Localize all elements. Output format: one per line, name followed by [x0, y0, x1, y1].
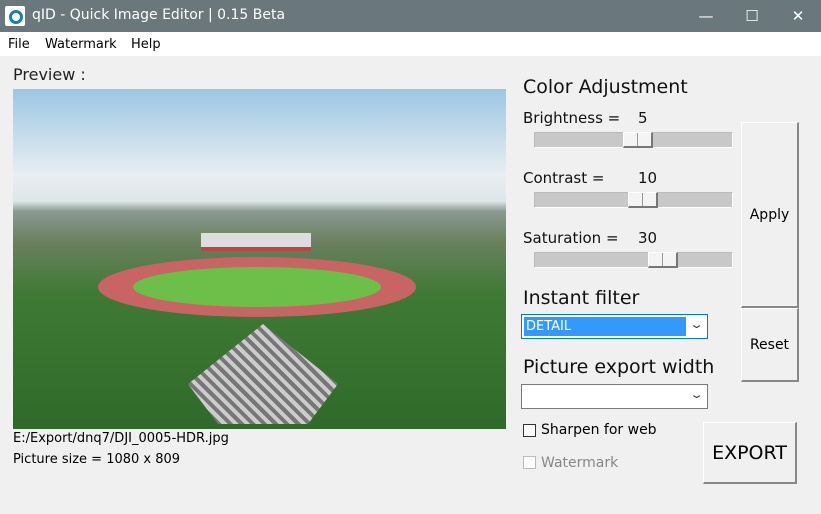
preview-label: Preview :	[13, 65, 86, 84]
instant-filter-title: Instant filter	[523, 287, 640, 309]
saturation-slider[interactable]	[534, 252, 733, 268]
contrast-slider-thumb[interactable]	[628, 192, 659, 208]
maximize-button[interactable]: ☐	[729, 0, 775, 32]
preview-image	[13, 89, 506, 429]
brightness-slider-thumb[interactable]	[623, 132, 654, 148]
brightness-slider[interactable]	[534, 132, 733, 148]
export-width-title: Picture export width	[523, 356, 715, 378]
file-path: E:/Export/dnq7/DJI_0005-HDR.jpg	[13, 431, 229, 446]
menu-watermark[interactable]: Watermark	[45, 37, 117, 52]
brightness-label: Brightness =	[523, 109, 621, 127]
menu-help[interactable]: Help	[131, 37, 161, 52]
saturation-label: Saturation =	[523, 229, 619, 247]
minimize-button[interactable]: —	[683, 0, 729, 32]
sharpen-label[interactable]: Sharpen for web	[541, 422, 657, 438]
menu-bar: File Watermark Help	[0, 32, 821, 56]
saturation-value: 30	[638, 229, 658, 247]
watermark-checkbox[interactable]	[523, 456, 536, 469]
sharpen-checkbox[interactable]	[523, 424, 536, 437]
saturation-slider-thumb[interactable]	[648, 252, 679, 268]
brightness-value: 5	[638, 109, 648, 127]
menu-file[interactable]: File	[8, 37, 30, 52]
window-title: qID - Quick Image Editor | 0.15 Beta	[32, 7, 286, 23]
watermark-label: Watermark	[541, 455, 619, 471]
contrast-label: Contrast =	[523, 169, 605, 187]
title-bar: qID - Quick Image Editor | 0.15 Beta — ☐…	[0, 0, 821, 32]
chevron-down-icon: ⌄	[689, 318, 704, 331]
close-button[interactable]: ✕	[775, 0, 821, 32]
export-width-select[interactable]: ⌄	[521, 384, 708, 409]
contrast-value: 10	[638, 169, 658, 187]
color-adjustment-title: Color Adjustment	[523, 76, 688, 98]
instant-filter-select[interactable]: DETAIL ⌄	[521, 314, 708, 339]
reset-button[interactable]: Reset	[741, 308, 799, 382]
export-button[interactable]: EXPORT	[703, 422, 797, 484]
picture-size: Picture size = 1080 x 809	[13, 452, 181, 467]
contrast-slider[interactable]	[534, 192, 733, 208]
apply-button[interactable]: Apply	[741, 122, 799, 308]
instant-filter-value: DETAIL	[524, 317, 686, 336]
chevron-down-icon: ⌄	[689, 388, 704, 401]
app-logo-icon	[5, 6, 25, 26]
